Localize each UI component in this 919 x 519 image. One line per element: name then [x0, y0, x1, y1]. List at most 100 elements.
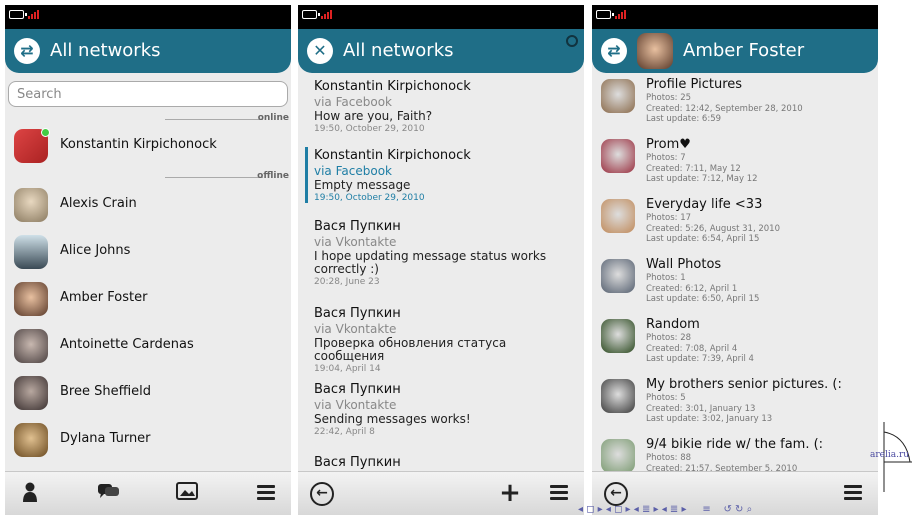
album-item[interactable]: Wall Photos Photos: 1 Created: 6:12, April…	[601, 257, 876, 313]
network-label: via Vkontakte	[314, 398, 397, 412]
album-title: Prom♥	[646, 137, 691, 152]
album-thumbnail	[601, 79, 635, 113]
album-created: Created: 6:12, April 1	[646, 283, 738, 294]
message-time: 20:28, June 23	[314, 277, 380, 287]
side-logo-text: arelia.ru	[870, 450, 910, 460]
message-item[interactable]: Вася Пупкин via Vkontakte Проверка обнов…	[314, 306, 576, 374]
chat-bubbles-icon[interactable]	[97, 482, 121, 506]
signal-icon	[28, 10, 39, 19]
network-label: via Vkontakte	[314, 235, 397, 249]
close-icon[interactable]: ✕	[307, 38, 333, 64]
sender-name: Konstantin Kirpichonock	[314, 148, 471, 163]
message-time: 19:04, April 14	[314, 364, 381, 374]
signal-icon	[615, 10, 626, 19]
message-item[interactable]: Вася Пупкин	[314, 455, 576, 470]
avatar	[14, 282, 48, 316]
avatar	[14, 329, 48, 363]
message-text: Sending messages works!	[314, 412, 471, 426]
contact-name: Amber Foster	[60, 290, 148, 305]
album-meta: Photos: 7 Created: 7:11, May 12 Last updat…	[646, 153, 758, 185]
album-title: Profile Pictures	[646, 77, 743, 92]
message-text: Empty message	[314, 178, 411, 192]
album-title: Random	[646, 317, 700, 332]
album-updated: Last update: 6:50, April 15	[646, 294, 760, 304]
album-thumbnail	[601, 319, 635, 353]
side-logo: arelia.ru	[870, 422, 912, 492]
album-created: Created: 7:08, April 4	[646, 343, 738, 354]
picture-icon[interactable]	[175, 482, 199, 506]
avatar	[14, 423, 48, 457]
message-item[interactable]: Konstantin Kirpichonock via Facebook How…	[314, 79, 576, 134]
album-created: Created: 7:11, May 12	[646, 163, 741, 174]
album-updated: Last update: 6:54, April 15	[646, 234, 760, 244]
album-photos: Photos: 28	[646, 333, 692, 343]
battery-icon	[302, 10, 320, 19]
contact-item[interactable]: Bree Sheffield	[14, 374, 284, 412]
contact-item[interactable]: Alice Johns	[14, 233, 284, 271]
message-item[interactable]: Вася Пупкин via Vkontakte I hope updatin…	[314, 219, 576, 287]
message-item[interactable]: Вася Пупкин via Vkontakte Sending messag…	[314, 382, 576, 437]
network-label: via Vkontakte	[314, 322, 397, 336]
contact-item[interactable]: Konstantin Kirpichonock	[14, 127, 284, 165]
album-photos: Photos: 25	[646, 93, 692, 103]
album-item[interactable]: Everyday life <33 Photos: 17 Created: 5:26…	[601, 197, 876, 253]
album-item[interactable]: Prom♥ Photos: 7 Created: 7:11, May 12 Last …	[601, 137, 876, 193]
status-bar	[5, 5, 291, 29]
album-meta: Photos: 28 Created: 7:08, April 4 Last upd…	[646, 333, 754, 365]
contact-name: Bree Sheffield	[60, 384, 152, 399]
contacts-screen: ⇄ All networks Search online Konstantin …	[5, 5, 291, 515]
album-thumbnail	[601, 259, 635, 293]
album-created: Created: 3:01, January 13	[646, 403, 756, 414]
album-thumbnail	[601, 199, 635, 233]
album-item[interactable]: My brothers senior pictures. (: Photos: 5…	[601, 377, 876, 433]
album-item[interactable]: Profile Pictures Photos: 25 Created: 12:42…	[601, 77, 876, 133]
contact-item[interactable]: Dylana Turner	[14, 421, 284, 459]
title-bar: ⇄ All networks	[5, 29, 291, 73]
person-icon[interactable]	[19, 482, 41, 506]
back-arrow-icon[interactable]: ←	[604, 482, 628, 506]
plus-icon[interactable]: +	[498, 480, 522, 506]
album-updated: Last update: 7:12, May 12	[646, 174, 758, 184]
contact-item[interactable]: Antoinette Cardenas	[14, 327, 284, 365]
title-bar: ✕ All networks	[298, 29, 584, 73]
menu-icon[interactable]	[844, 482, 862, 506]
album-title: 9/4 bikie ride w/ the fam. (:	[646, 437, 824, 452]
album-meta: Photos: 1 Created: 6:12, April 1 Last upda…	[646, 273, 759, 305]
contact-item[interactable]: Amber Foster	[14, 280, 284, 318]
menu-icon[interactable]	[550, 482, 568, 506]
network-switch-icon[interactable]: ⇄	[14, 38, 40, 64]
album-meta: Photos: 25 Created: 12:42, September 28, …	[646, 93, 803, 125]
sender-name: Konstantin Kirpichonock	[314, 79, 471, 94]
message-item[interactable]: Konstantin Kirpichonock via Facebook Emp…	[314, 148, 576, 203]
bottom-toolbar: ← +	[298, 471, 584, 515]
album-meta: Photos: 5 Created: 3:01, January 13 Last u…	[646, 393, 772, 425]
online-status-icon	[41, 128, 50, 137]
beamer-nav-icons[interactable]: ◂ ◻ ▸ ◂ ◻ ▸ ◂ ≣ ▸ ◂ ≣ ▸ ≡ ↺ ↻ ⌕	[578, 504, 752, 515]
albums-screen: ⇄ Amber Foster Profile Pictures Photos: 2…	[592, 5, 878, 515]
message-text: Проверка обновления статуса сообщения	[314, 336, 507, 363]
avatar	[637, 33, 673, 69]
status-bar	[592, 5, 878, 29]
menu-icon[interactable]	[257, 482, 275, 506]
album-list: Profile Pictures Photos: 25 Created: 12:42…	[592, 73, 878, 471]
search-input[interactable]: Search	[8, 81, 288, 107]
sender-name: Вася Пупкин	[314, 306, 401, 321]
selection-indicator	[305, 147, 308, 203]
contact-item[interactable]: Alexis Crain	[14, 186, 284, 224]
message-time: 19:50, October 29, 2010	[314, 193, 425, 203]
signal-icon	[321, 10, 332, 19]
status-bar	[298, 5, 584, 29]
album-title: Wall Photos	[646, 257, 722, 272]
messages-screen: ✕ All networks Konstantin Kirpichonock v…	[298, 5, 584, 515]
network-switch-icon[interactable]: ⇄	[601, 38, 627, 64]
back-arrow-icon[interactable]: ←	[310, 482, 334, 506]
message-text: I hope updating message status works cor…	[314, 249, 547, 276]
album-photos: Photos: 1	[646, 273, 686, 283]
album-item[interactable]: Random Photos: 28 Created: 7:08, April 4 La…	[601, 317, 876, 373]
page-title: All networks	[50, 40, 161, 61]
album-created: Created: 12:42, September 28, 2010	[646, 103, 803, 114]
avatar	[14, 235, 48, 269]
album-thumbnail	[601, 379, 635, 413]
page-title: Amber Foster	[683, 40, 805, 61]
album-item[interactable]: 9/4 bikie ride w/ the fam. (: Photos: 88 C…	[601, 437, 876, 471]
